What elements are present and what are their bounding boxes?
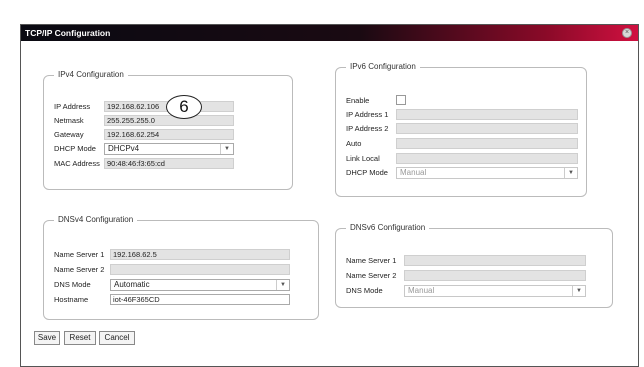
ipv6-legend: IPv6 Configuration (346, 62, 420, 71)
reset-button[interactable]: Reset (64, 331, 96, 345)
ipv6-dhcp-mode-value: Manual (400, 168, 427, 177)
mac-address-label: MAC Address (54, 159, 100, 168)
dnsv6-name-server-1-field[interactable] (404, 255, 586, 266)
dnsv6-name-server-2-label: Name Server 2 (346, 271, 397, 280)
ipv4-legend: IPv4 Configuration (54, 70, 128, 79)
chevron-down-icon: ▼ (572, 286, 585, 296)
dhcp-mode-select[interactable]: DHCPv4 ▼ (104, 143, 234, 155)
dnsv4-group: DNSv4 Configuration Name Server 1 192.16… (43, 215, 319, 320)
save-button[interactable]: Save (34, 331, 60, 345)
mac-address-field: 90:48:46:f3:65:cd (104, 158, 234, 169)
enable-label: Enable (346, 96, 370, 105)
dhcp-mode-label: DHCP Mode (54, 144, 96, 153)
dnsv6-dns-mode-label: DNS Mode (346, 286, 383, 295)
callout-marker: 6 (166, 95, 202, 119)
chevron-down-icon: ▼ (220, 144, 233, 154)
dnsv6-name-server-2-field[interactable] (404, 270, 586, 281)
dnsv6-group: DNSv6 Configuration Name Server 1 Name S… (335, 223, 613, 308)
dnsv6-dns-mode-value: Manual (408, 286, 435, 295)
hostname-field[interactable]: iot-46F365CD (110, 294, 290, 305)
link-local-field[interactable] (396, 153, 578, 164)
ipv6-address-1-field[interactable] (396, 109, 578, 120)
close-icon[interactable]: × (622, 28, 632, 38)
gateway-field[interactable]: 192.168.62.254 (104, 129, 234, 140)
link-local-label: Link Local (346, 154, 380, 163)
chevron-down-icon: ▼ (276, 280, 289, 290)
cancel-button[interactable]: Cancel (99, 331, 135, 345)
ipv6-address-1-label: IP Address 1 (346, 110, 389, 119)
auto-label: Auto (346, 139, 362, 148)
dns-mode-value: Automatic (114, 280, 150, 289)
enable-checkbox[interactable] (396, 95, 406, 105)
dnsv4-legend: DNSv4 Configuration (54, 215, 138, 224)
chevron-down-icon: ▼ (564, 168, 577, 178)
dhcp-mode-value: DHCPv4 (108, 144, 140, 153)
ip-address-label: IP Address (54, 102, 91, 111)
auto-field[interactable] (396, 138, 578, 149)
ipv4-group: IPv4 Configuration IP Address 192.168.62… (43, 70, 293, 190)
gateway-label: Gateway (54, 130, 84, 139)
dns-mode-label: DNS Mode (54, 280, 91, 289)
ipv6-address-2-field[interactable] (396, 123, 578, 134)
dnsv6-legend: DNSv6 Configuration (346, 223, 430, 232)
name-server-1-label: Name Server 1 (54, 250, 105, 259)
name-server-2-field[interactable] (110, 264, 290, 275)
titlebar: TCP/IP Configuration × (21, 25, 638, 41)
dnsv6-dns-mode-select[interactable]: Manual ▼ (404, 285, 586, 297)
ipv6-dhcp-mode-label: DHCP Mode (346, 168, 388, 177)
name-server-2-label: Name Server 2 (54, 265, 105, 274)
dialog-title: TCP/IP Configuration (25, 28, 111, 38)
dns-mode-select[interactable]: Automatic ▼ (110, 279, 290, 291)
name-server-1-field[interactable]: 192.168.62.5 (110, 249, 290, 260)
netmask-label: Netmask (54, 116, 84, 125)
ipv6-dhcp-mode-select[interactable]: Manual ▼ (396, 167, 578, 179)
ipv6-address-2-label: IP Address 2 (346, 124, 389, 133)
ipv6-group: IPv6 Configuration Enable IP Address 1 I… (335, 62, 587, 197)
dnsv6-name-server-1-label: Name Server 1 (346, 256, 397, 265)
netmask-field[interactable]: 255.255.255.0 (104, 115, 234, 126)
hostname-label: Hostname (54, 295, 89, 304)
